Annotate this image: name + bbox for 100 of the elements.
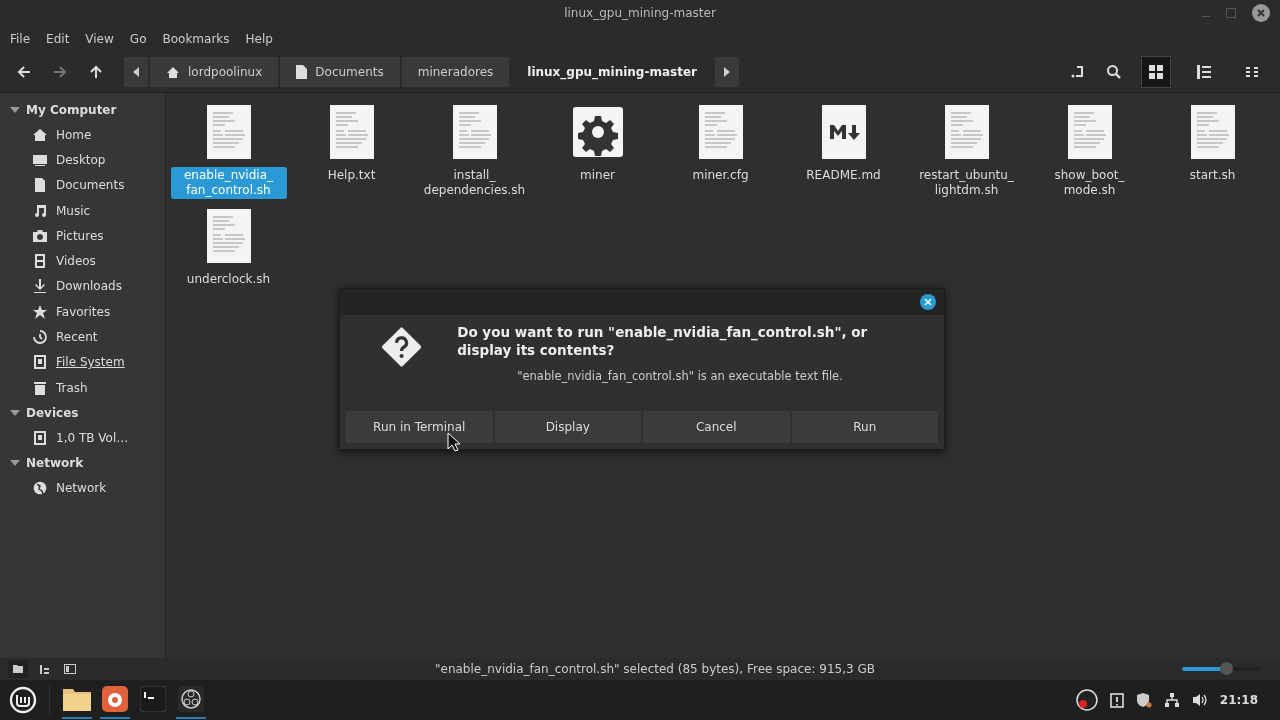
up-arrow-icon[interactable] — [88, 64, 104, 80]
breadcrumb-button[interactable]: Documents — [280, 57, 400, 87]
menu-item[interactable]: File — [10, 32, 31, 46]
recorder-tray-icon[interactable] — [1075, 689, 1098, 711]
expander-icon[interactable] — [10, 408, 20, 417]
expander-icon[interactable] — [10, 459, 20, 468]
clipboard-icon[interactable] — [1109, 692, 1124, 708]
home-icon — [166, 65, 180, 79]
place-icon — [32, 303, 48, 320]
gear-icon[interactable] — [572, 105, 623, 159]
text-file-icon[interactable] — [944, 105, 989, 159]
sidebar-item[interactable]: Favorites — [56, 304, 111, 319]
file-name[interactable]: miner.cfg — [662, 167, 779, 184]
section-heading: Network — [26, 456, 84, 471]
file-name[interactable]: show_boot_ mode.sh — [1031, 167, 1148, 199]
file-name[interactable]: underclock.sh — [170, 271, 287, 288]
close-icon — [1256, 8, 1266, 18]
sidebar-item[interactable]: Trash — [56, 380, 88, 395]
search-icon[interactable] — [1106, 64, 1122, 80]
slider-thumb[interactable] — [1220, 662, 1234, 675]
place-icon — [32, 278, 48, 295]
dialog-message: "enable_nvidia_fan_control.sh" is an executable text file. — [516, 369, 844, 383]
sidebar-item[interactable]: Recent — [56, 330, 98, 344]
browser-drawing — [102, 686, 128, 712]
breadcrumb-button[interactable]: lordpoolinux — [150, 57, 279, 87]
sidebar-item[interactable]: Documents — [56, 178, 125, 193]
grid-view-button[interactable] — [1142, 57, 1170, 87]
sidebar-icon — [64, 664, 76, 674]
place-icon — [32, 126, 48, 143]
sidebar-item[interactable]: Desktop — [56, 152, 106, 167]
menu-item[interactable]: Help — [245, 32, 273, 46]
place-icon — [32, 379, 48, 396]
toggle-location-icon[interactable] — [1070, 64, 1086, 80]
file-name[interactable]: README.md — [785, 167, 902, 184]
caret-left-icon — [132, 67, 140, 77]
place-icon — [32, 253, 48, 270]
menu-item[interactable]: Edit — [46, 32, 70, 46]
text-file-icon[interactable] — [452, 105, 497, 159]
file-name[interactable]: install_ dependencies.sh — [416, 167, 533, 199]
terminal-drawing — [140, 686, 166, 712]
scroll-right-button[interactable] — [715, 57, 739, 87]
text-file-icon[interactable] — [206, 209, 251, 263]
sidebar-item[interactable]: Videos — [56, 254, 96, 269]
place-icon — [32, 354, 48, 371]
volume-icon[interactable] — [1191, 693, 1208, 707]
place-icon — [32, 227, 48, 244]
file-name[interactable]: restart_ubuntu_ lightdm.sh — [908, 167, 1025, 199]
place-icon — [32, 177, 48, 194]
text-file-icon[interactable] — [206, 105, 251, 159]
sidebar-item[interactable]: Pictures — [56, 228, 104, 243]
status-text: "enable_nvidia_fan_control.sh" selected (85 bytes), Free space: 915,3 GB — [434, 662, 876, 676]
start-menu-icon[interactable] — [9, 686, 37, 714]
back-arrow-icon[interactable] — [16, 64, 32, 80]
dialog-button[interactable]: Display — [494, 411, 641, 443]
text-file-icon[interactable] — [1067, 105, 1112, 159]
place-icon — [32, 429, 48, 446]
menu-item[interactable]: Go — [129, 32, 147, 46]
sidebar-item[interactable]: Network — [56, 481, 107, 496]
file-name[interactable]: Help.txt — [293, 167, 410, 184]
sidebar-item[interactable]: Downloads — [56, 279, 122, 294]
file-name[interactable]: start.sh — [1154, 167, 1271, 184]
dialog-heading: Do you want to run "enable_nvidia_fan_control.sh", or display its contents? — [457, 323, 869, 359]
file-name[interactable]: miner — [539, 167, 656, 184]
expander-icon[interactable] — [10, 105, 20, 114]
text-file-icon[interactable] — [1190, 105, 1235, 159]
breadcrumb-button[interactable]: mineradores — [401, 57, 510, 87]
folder-drawing — [63, 687, 91, 711]
dialog-button[interactable]: Cancel — [643, 411, 790, 443]
dialog-button[interactable]: Run — [791, 411, 938, 443]
sidebar-item[interactable]: 1,0 TB Vol… — [56, 430, 129, 445]
clock[interactable]: 21:18 — [1219, 693, 1258, 707]
section-heading: Devices — [26, 405, 79, 420]
caret-right-icon — [723, 67, 731, 77]
close-icon — [924, 298, 932, 306]
place-icon — [32, 480, 48, 497]
scroll-left-button[interactable] — [124, 57, 148, 87]
folder-icon — [13, 665, 23, 673]
sidebar-item[interactable]: File System — [56, 355, 125, 370]
section-heading: My Computer — [26, 102, 117, 117]
places-toggle-button[interactable] — [8, 660, 28, 678]
forward-arrow-icon[interactable] — [52, 64, 68, 80]
window-title: linux_gpu_mining-master — [564, 6, 716, 20]
menu-item[interactable]: View — [85, 32, 114, 46]
network-icon[interactable] — [1163, 692, 1180, 708]
menu-item[interactable]: Bookmarks — [162, 32, 230, 46]
compact-list-icon — [1246, 66, 1258, 78]
close-button[interactable] — [920, 294, 936, 310]
dialog-button[interactable]: Run in Terminal — [346, 411, 493, 443]
markdown-file-icon[interactable] — [821, 105, 866, 159]
document-icon — [296, 65, 308, 79]
grid-icon — [1149, 65, 1163, 79]
text-file-icon[interactable] — [329, 105, 374, 159]
shield-icon[interactable] — [1135, 692, 1152, 708]
text-file-icon[interactable] — [698, 105, 743, 159]
list-icon — [1197, 65, 1211, 79]
sidebar-item[interactable]: Music — [56, 203, 91, 218]
recorder-drawing — [178, 686, 204, 712]
place-icon — [32, 329, 48, 345]
tree-icon — [39, 664, 49, 674]
sidebar-item[interactable]: Home — [56, 127, 92, 142]
